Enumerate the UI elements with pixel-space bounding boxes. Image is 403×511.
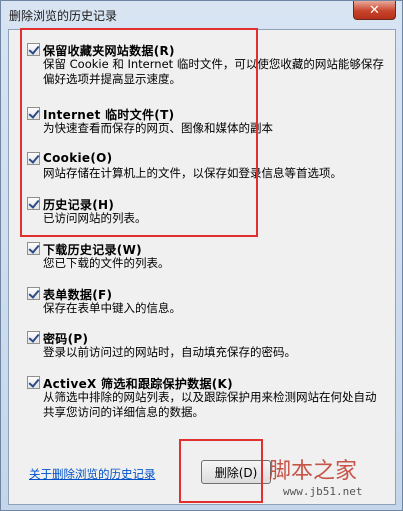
- option-desc: 您已下载的文件的列表。: [43, 256, 170, 270]
- checkbox-download-history[interactable]: [27, 242, 40, 255]
- close-icon: ✕: [369, 2, 380, 18]
- close-button[interactable]: ✕: [353, 1, 396, 20]
- title-bar: 删除浏览的历史记录 ✕: [1, 1, 402, 29]
- about-delete-history-link[interactable]: 关于删除浏览的历史记录: [29, 466, 156, 482]
- option-desc: 保存在表单中键入的信息。: [43, 301, 181, 315]
- watermark-logo: 脚本之家: [269, 459, 358, 484]
- highlight-box-delete: [179, 439, 263, 503]
- option-desc: 从筛选中排除的网站列表，以及跟踪保护用来检测网站在何处自动共享您访问的详细信息的…: [43, 390, 377, 419]
- checkbox-form-data[interactable]: [27, 287, 40, 300]
- checkbox-passwords[interactable]: [27, 331, 40, 344]
- delete-history-dialog: 删除浏览的历史记录 ✕ 保留收藏夹网站数据(R) 保留 Cookie 和 Int…: [0, 0, 403, 511]
- option-desc: 登录以前访问过的网站时，自动填充保存的密码。: [43, 345, 296, 359]
- dialog-title: 删除浏览的历史记录: [9, 9, 118, 23]
- highlight-box-options: [20, 28, 258, 237]
- checkbox-activex-tracking[interactable]: [27, 376, 40, 389]
- watermark-url: www.jb51.net: [283, 485, 363, 498]
